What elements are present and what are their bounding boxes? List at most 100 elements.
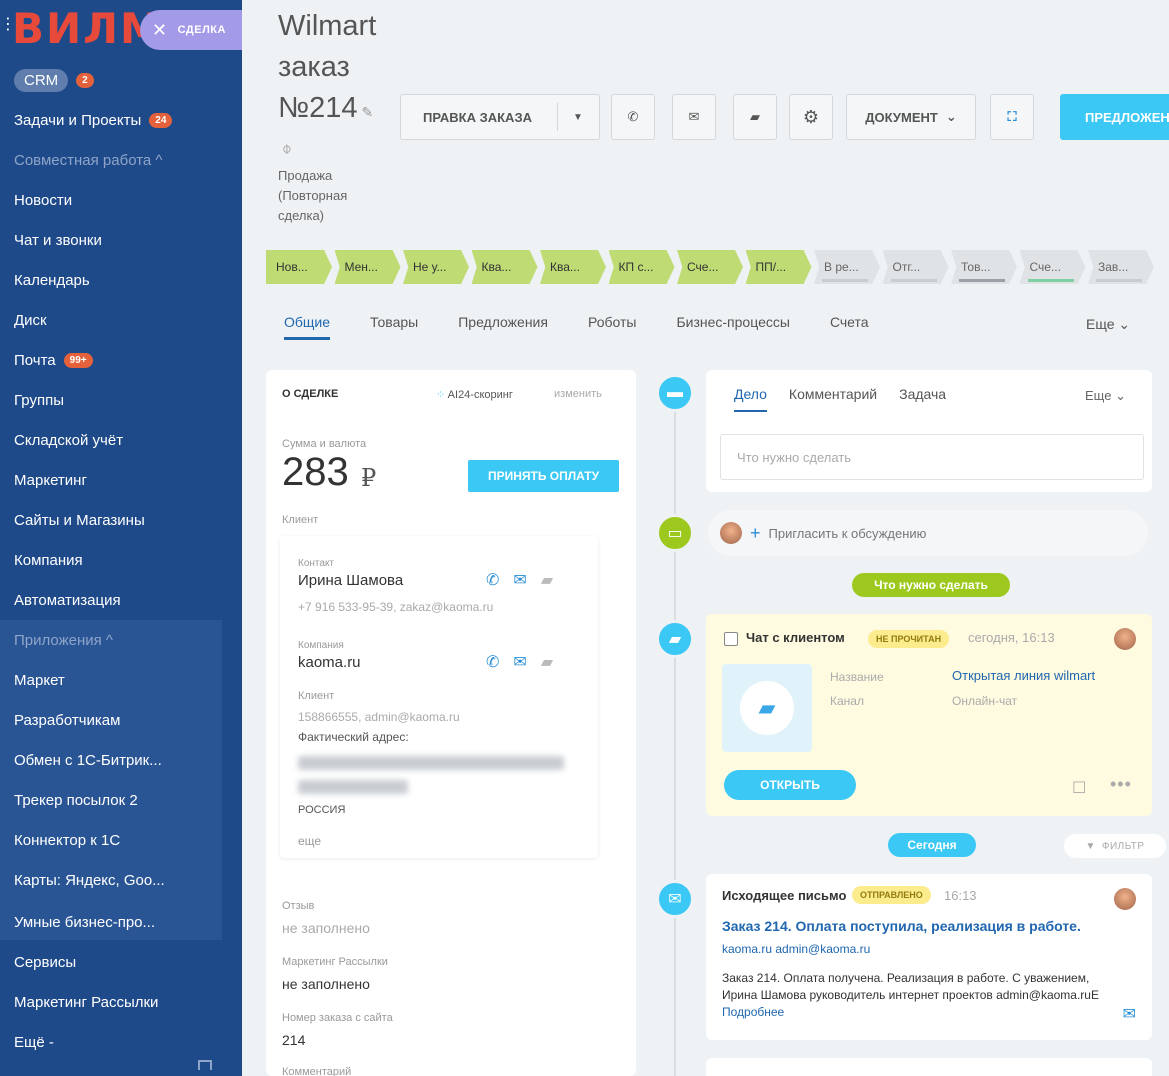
stage-step[interactable]: В ре... bbox=[814, 250, 880, 284]
tab-robots[interactable]: Роботы bbox=[588, 314, 636, 340]
title-line-order: заказ bbox=[278, 51, 350, 83]
sidebar-item[interactable]: Маркетинг bbox=[0, 460, 242, 500]
sidebar-item[interactable]: Диск bbox=[0, 300, 242, 340]
contact-name[interactable]: Ирина Шамова bbox=[298, 572, 403, 589]
sidebar-item[interactable]: Карты: Яндекс, Goo... bbox=[0, 860, 242, 900]
open-line-link[interactable]: Открытая линия wilmart bbox=[952, 668, 1095, 683]
change-link[interactable]: изменить bbox=[554, 388, 602, 400]
sidebar-item[interactable]: Складской учёт bbox=[0, 420, 242, 460]
sidebar-item[interactable]: Обмен с 1С-Битрик... bbox=[0, 740, 242, 780]
ai-scoring-icon: ⁘ bbox=[436, 389, 446, 401]
tab-business-processes[interactable]: Бизнес-процессы bbox=[676, 314, 789, 340]
stage-step[interactable]: Сче... bbox=[677, 250, 743, 284]
add-participant-icon[interactable]: + bbox=[750, 523, 761, 544]
sidebar-item-label: Компания bbox=[14, 551, 83, 569]
create-offer-button[interactable]: ПРЕДЛОЖЕН bbox=[1060, 94, 1169, 140]
tabs-more-button[interactable]: Еще ⌄ bbox=[1086, 316, 1130, 333]
email-subject-link[interactable]: Заказ 214. Оплата поступила, реализация … bbox=[722, 918, 1081, 934]
sidebar-item[interactable]: Разработчикам bbox=[0, 700, 242, 740]
contact-label: Контакт bbox=[298, 558, 335, 569]
sidebar-item[interactable]: Совместная работа ^ bbox=[0, 140, 242, 180]
complete-checkbox[interactable] bbox=[724, 632, 738, 646]
stage-step[interactable]: Ква... bbox=[471, 250, 538, 284]
tab-general[interactable]: Общие bbox=[284, 314, 331, 340]
ai-scoring-link[interactable]: ⁘ AI24-скоринг bbox=[436, 388, 513, 401]
email-more-link[interactable]: Подробнее bbox=[722, 1005, 784, 1019]
chevron-down-icon[interactable]: ▼ bbox=[573, 112, 583, 123]
sidebar-item[interactable]: Новости bbox=[0, 180, 242, 220]
sidebar-item[interactable]: Календарь bbox=[0, 260, 242, 300]
invite-bar[interactable]: + Пригласить к обсуждению bbox=[708, 510, 1148, 556]
phone-icon[interactable]: ✆ bbox=[486, 652, 499, 672]
edit-order-button[interactable]: ПРАВКА ЗАКАЗА ▼ bbox=[400, 94, 600, 140]
reply-icon[interactable]: ✉ bbox=[1123, 1004, 1136, 1024]
open-chat-button[interactable]: ОТКРЫТЬ bbox=[724, 770, 856, 800]
stage-step[interactable]: ПП/... bbox=[745, 250, 812, 284]
close-deal-slider-button[interactable]: ✕ СДЕЛКА bbox=[140, 10, 242, 50]
tab-invoices[interactable]: Счета bbox=[830, 314, 869, 340]
chat-button[interactable]: ▰ bbox=[733, 94, 777, 140]
tab-task[interactable]: Задача bbox=[899, 386, 946, 412]
sidebar-item[interactable]: Сервисы bbox=[0, 942, 242, 982]
sidebar-item[interactable]: Трекер посылок 2 bbox=[0, 780, 242, 820]
sidebar-item[interactable]: Приложения ^ bbox=[0, 620, 242, 660]
call-button[interactable]: ✆ bbox=[611, 94, 655, 140]
stage-step[interactable]: Не у... bbox=[403, 250, 469, 284]
sidebar-item[interactable]: Маркетинг Рассылки bbox=[0, 982, 242, 1022]
tab-todo[interactable]: Дело bbox=[734, 386, 767, 412]
sidebar-item[interactable]: Задачи и Проекты 24 bbox=[0, 100, 242, 140]
activity-more-button[interactable]: Еще ⌄ bbox=[1085, 388, 1126, 404]
stage-step[interactable]: КП с... bbox=[608, 250, 675, 284]
paperclip-icon[interactable]: ⌀ bbox=[277, 140, 295, 158]
settings-button[interactable]: ⚙ bbox=[789, 94, 833, 140]
chat-bubbles-icon: ▰ bbox=[740, 681, 794, 735]
stage-step[interactable]: Зав... bbox=[1088, 250, 1154, 284]
stage-label: Сче... bbox=[687, 260, 719, 274]
sidebar-item[interactable]: Автоматизация bbox=[0, 580, 242, 620]
stage-step[interactable]: Тов... bbox=[951, 250, 1017, 284]
sidebar-settings-icon[interactable] bbox=[198, 1060, 212, 1070]
phone-icon[interactable]: ✆ bbox=[486, 570, 499, 590]
email-button[interactable]: ✉ bbox=[672, 94, 716, 140]
accept-payment-button[interactable]: ПРИНЯТЬ ОПЛАТУ bbox=[468, 460, 619, 492]
chat-icon[interactable]: ▰ bbox=[541, 570, 553, 590]
envelope-icon: ✉ bbox=[688, 109, 700, 124]
envelope-icon[interactable]: ✉ bbox=[513, 652, 526, 672]
sidebar-item[interactable]: Компания bbox=[0, 540, 242, 580]
stage-step[interactable]: Отг... bbox=[882, 250, 949, 284]
sidebar-item[interactable]: Чат и звонки bbox=[0, 220, 242, 260]
document-button[interactable]: ДОКУМЕНТ ⌄ bbox=[846, 94, 976, 140]
sidebar-item[interactable]: Умные бизнес-про... bbox=[0, 902, 242, 942]
email-activity-card: Исходящее письмо ОТПРАВЛЕНО 16:13 Заказ … bbox=[706, 874, 1152, 1040]
sidebar-item-crm[interactable]: CRM 2 bbox=[0, 60, 242, 100]
stage-step[interactable]: Мен... bbox=[334, 250, 401, 284]
counter-badge: 99+ bbox=[63, 352, 93, 368]
pencil-icon[interactable]: ✎ bbox=[362, 104, 374, 120]
sidebar-item[interactable]: Сайты и Магазины bbox=[0, 500, 242, 540]
chat-icon[interactable]: ▰ bbox=[541, 652, 553, 672]
sidebar-item[interactable]: Ещё - bbox=[0, 1022, 242, 1062]
envelope-icon[interactable]: ✉ bbox=[513, 570, 526, 590]
filter-button[interactable]: ▼ ФИЛЬТР bbox=[1064, 834, 1166, 858]
tab-products[interactable]: Товары bbox=[370, 314, 418, 340]
stage-step[interactable]: Сче... bbox=[1019, 250, 1086, 284]
company-name[interactable]: kaoma.ru bbox=[298, 654, 361, 671]
stage-step[interactable]: Ква... bbox=[540, 250, 606, 284]
stage-step[interactable]: Нов... bbox=[266, 250, 332, 284]
tab-offers[interactable]: Предложения bbox=[458, 314, 548, 340]
sidebar-item[interactable]: Маркет bbox=[0, 660, 242, 700]
sidebar-item[interactable]: Коннектор к 1С bbox=[0, 820, 242, 860]
tab-comment[interactable]: Комментарий bbox=[789, 386, 877, 412]
company-actions: ✆ ✉ ▰ bbox=[486, 652, 553, 672]
country-value: РОССИЯ bbox=[298, 804, 346, 816]
todo-input[interactable]: Что нужно сделать bbox=[720, 434, 1144, 480]
note-icon[interactable]: ☐ bbox=[1072, 778, 1086, 798]
sidebar-item[interactable]: Почта 99+ bbox=[0, 340, 242, 380]
comment-label: Комментарий bbox=[282, 1066, 352, 1076]
expand-button[interactable]: ⛶ bbox=[990, 94, 1034, 140]
email-from[interactable]: kaoma.ru admin@kaoma.ru bbox=[722, 942, 870, 956]
title-line-number[interactable]: №214 ✎ bbox=[278, 88, 376, 133]
sidebar-item[interactable]: Группы bbox=[0, 380, 242, 420]
more-actions-icon[interactable]: ••• bbox=[1110, 774, 1132, 795]
more-link[interactable]: еще bbox=[298, 834, 321, 848]
